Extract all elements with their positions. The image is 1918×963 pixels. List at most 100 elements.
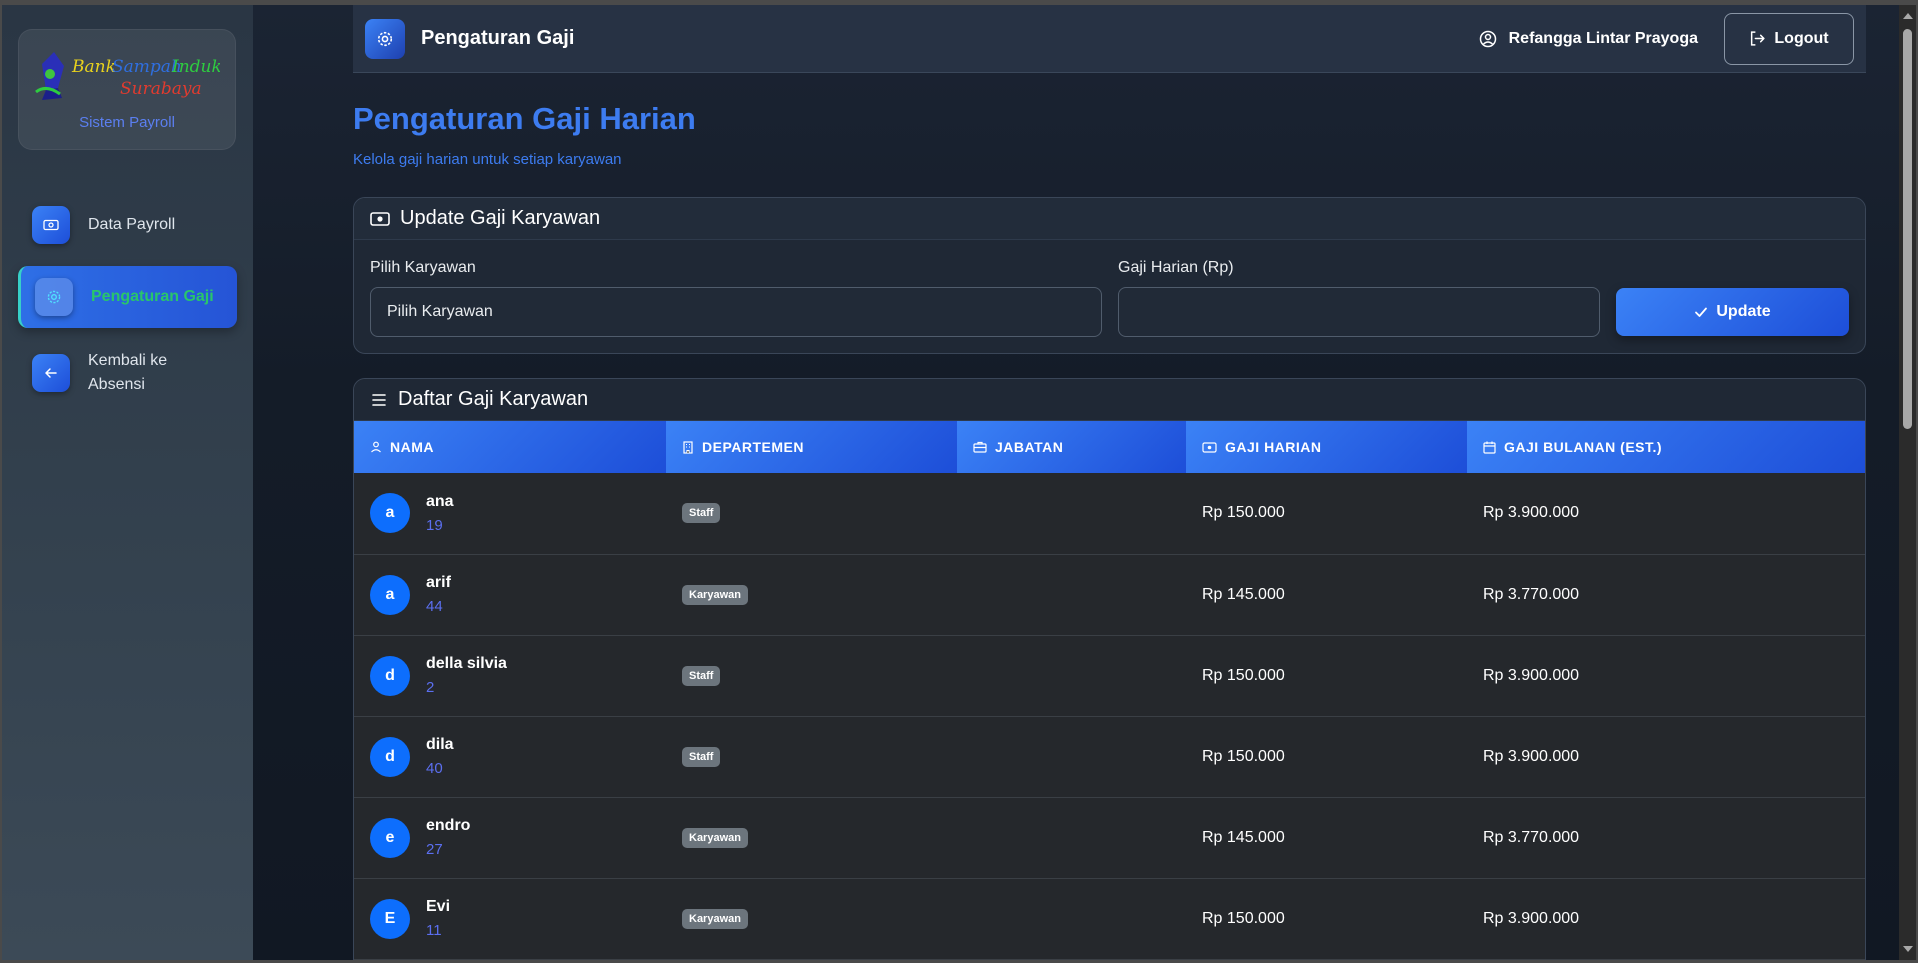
daily-wage-cell: Rp 145.000 (1186, 554, 1467, 636)
department-cell: Karyawan (666, 797, 957, 879)
page-scrollbar[interactable] (1899, 5, 1916, 960)
employee-name: ana (426, 492, 454, 510)
employee-id: 27 (426, 841, 443, 858)
arrow-left-icon (32, 354, 70, 392)
column-header-gaji-bulanan[interactable]: GAJI BULANAN (EST.) (1467, 421, 1865, 473)
browser-window: Bank Sampah Induk Surabaya Sistem Payrol… (0, 0, 1918, 963)
page-title: Pengaturan Gaji Harian (353, 101, 696, 136)
check-icon (1695, 307, 1708, 317)
name-cell: e endro 27 (354, 797, 666, 879)
card-title: Update Gaji Karyawan (400, 207, 601, 229)
logout-button[interactable]: Logout (1724, 12, 1854, 65)
scroll-down-arrow[interactable] (1903, 946, 1913, 952)
svg-text:Induk: Induk (171, 57, 220, 77)
sidebar-item-kembali-absensi[interactable]: Kembali ke Absensi (18, 338, 237, 408)
monthly-wage-cell: Rp 3.900.000 (1467, 473, 1865, 555)
table-row[interactable]: a arif 44 Karyawan Rp 145.000 Rp 3.770.0… (354, 554, 1865, 636)
department-badge: Karyawan (682, 584, 748, 605)
employee-id: 2 (426, 679, 435, 696)
update-salary-card: Update Gaji Karyawan Pilih Karyawan Pili… (353, 197, 1866, 354)
daily-wage-cell: Rp 150.000 (1186, 878, 1467, 960)
salary-list-card: Daftar Gaji Karyawan NAMA DEPARTEMEN JAB (353, 378, 1866, 960)
column-header-gaji-harian[interactable]: GAJI HARIAN (1186, 421, 1467, 473)
monthly-wage-cell: Rp 3.770.000 (1467, 797, 1865, 879)
table-row[interactable]: d dila 40 Staff Rp 150.000 Rp 3.900.000 (354, 716, 1865, 798)
svg-text:Surabaya: Surabaya (120, 79, 202, 99)
employee-name: arif (426, 574, 451, 591)
cash-icon (370, 211, 390, 226)
table-row[interactable]: d della silvia 2 Staff Rp 150.000 Rp 3.9… (354, 635, 1865, 717)
table-row[interactable]: E Evi 11 Karyawan Rp 150.000 Rp 3.900.00… (354, 878, 1865, 960)
user-icon (371, 441, 381, 453)
update-button[interactable]: Update (1616, 288, 1849, 336)
avatar: E (370, 898, 410, 939)
column-header-nama[interactable]: NAMA (354, 421, 666, 473)
employee-id: 40 (426, 760, 443, 777)
gear-icon (365, 18, 405, 59)
brand-subtitle: Sistem Payroll (79, 114, 175, 131)
position-cell (957, 878, 1186, 960)
scroll-thumb[interactable] (1903, 29, 1912, 429)
sidebar-item-pengaturan-gaji[interactable]: Pengaturan Gaji (18, 266, 237, 328)
card-header: Update Gaji Karyawan (354, 198, 1865, 240)
daily-wage-cell: Rp 150.000 (1186, 635, 1467, 717)
table-row[interactable]: e endro 27 Karyawan Rp 145.000 Rp 3.770.… (354, 797, 1865, 879)
wage-label: Gaji Harian (Rp) (1118, 259, 1234, 276)
table-header-row: NAMA DEPARTEMEN JABATAN GAJI HARIAN GAJI… (354, 421, 1865, 473)
monthly-wage-cell: Rp 3.900.000 (1467, 716, 1865, 798)
position-cell (957, 554, 1186, 636)
logout-icon (1751, 31, 1766, 46)
department-badge: Staff (682, 746, 721, 767)
daily-wage-input[interactable] (1118, 287, 1600, 337)
sidebar-item-data-payroll[interactable]: Data Payroll (18, 194, 237, 256)
cash-icon (32, 206, 70, 244)
department-cell: Staff (666, 716, 957, 798)
sidebar: Bank Sampah Induk Surabaya Sistem Payrol… (2, 5, 253, 960)
scroll-up-arrow[interactable] (1903, 13, 1913, 19)
calendar-icon (1483, 441, 1496, 454)
logout-label: Logout (1774, 29, 1829, 47)
svg-text:Bank: Bank (71, 57, 116, 77)
name-cell: a arif 44 (354, 554, 666, 636)
page-subtitle: Kelola gaji harian untuk setiap karyawan (353, 151, 622, 168)
column-header-jabatan[interactable]: JABATAN (957, 421, 1186, 473)
employee-name: della silvia (426, 655, 507, 672)
page-header: Pengaturan Gaji Harian Kelola gaji haria… (353, 101, 696, 168)
logo[interactable]: Bank Sampah Induk Surabaya (34, 48, 220, 104)
user-info: Refangga Lintar Prayoga (1479, 30, 1698, 48)
daily-wage-cell: Rp 150.000 (1186, 473, 1467, 555)
main-content: Pengaturan Gaji Refangga Lintar Prayoga … (253, 5, 1903, 960)
position-cell (957, 716, 1186, 798)
sidebar-nav: Data Payroll Pengaturan Gaji Kembali ke … (18, 194, 237, 408)
salary-table: NAMA DEPARTEMEN JABATAN GAJI HARIAN GAJI… (354, 421, 1865, 960)
name-cell: E Evi 11 (354, 878, 666, 960)
column-header-departemen[interactable]: DEPARTEMEN (666, 421, 957, 473)
employee-label: Pilih Karyawan (370, 259, 476, 276)
avatar: d (370, 736, 410, 777)
position-cell (957, 635, 1186, 717)
gear-icon (35, 278, 73, 316)
monthly-wage-cell: Rp 3.900.000 (1467, 635, 1865, 717)
department-cell: Staff (666, 473, 957, 555)
topbar-title: Pengaturan Gaji (421, 27, 575, 49)
salary-table-body: a ana 19 Staff Rp 150.000 Rp 3.900.000 a… (354, 473, 1865, 960)
table-row[interactable]: a ana 19 Staff Rp 150.000 Rp 3.900.000 (354, 473, 1865, 555)
employee-name: endro (426, 817, 471, 834)
cash-icon (1202, 441, 1217, 453)
sidebar-item-label: Data Payroll (88, 216, 176, 233)
logo-image: Bank Sampah Induk Surabaya (35, 52, 220, 100)
update-form: Pilih Karyawan Pilih Karyawan Gaji Haria… (354, 240, 1865, 353)
daily-wage-cell: Rp 150.000 (1186, 716, 1467, 798)
position-cell (957, 797, 1186, 879)
name-cell: d della silvia 2 (354, 635, 666, 717)
name-cell: a ana 19 (354, 473, 666, 555)
department-badge: Karyawan (682, 908, 748, 929)
employee-id: 11 (426, 922, 442, 939)
employee-id: 19 (426, 516, 443, 534)
building-icon (683, 440, 693, 454)
briefcase-icon (973, 441, 987, 453)
monthly-wage-cell: Rp 3.900.000 (1467, 878, 1865, 960)
employee-select[interactable]: Pilih Karyawan (370, 287, 1102, 337)
employee-name: Evi (426, 898, 451, 915)
avatar: e (370, 817, 410, 858)
